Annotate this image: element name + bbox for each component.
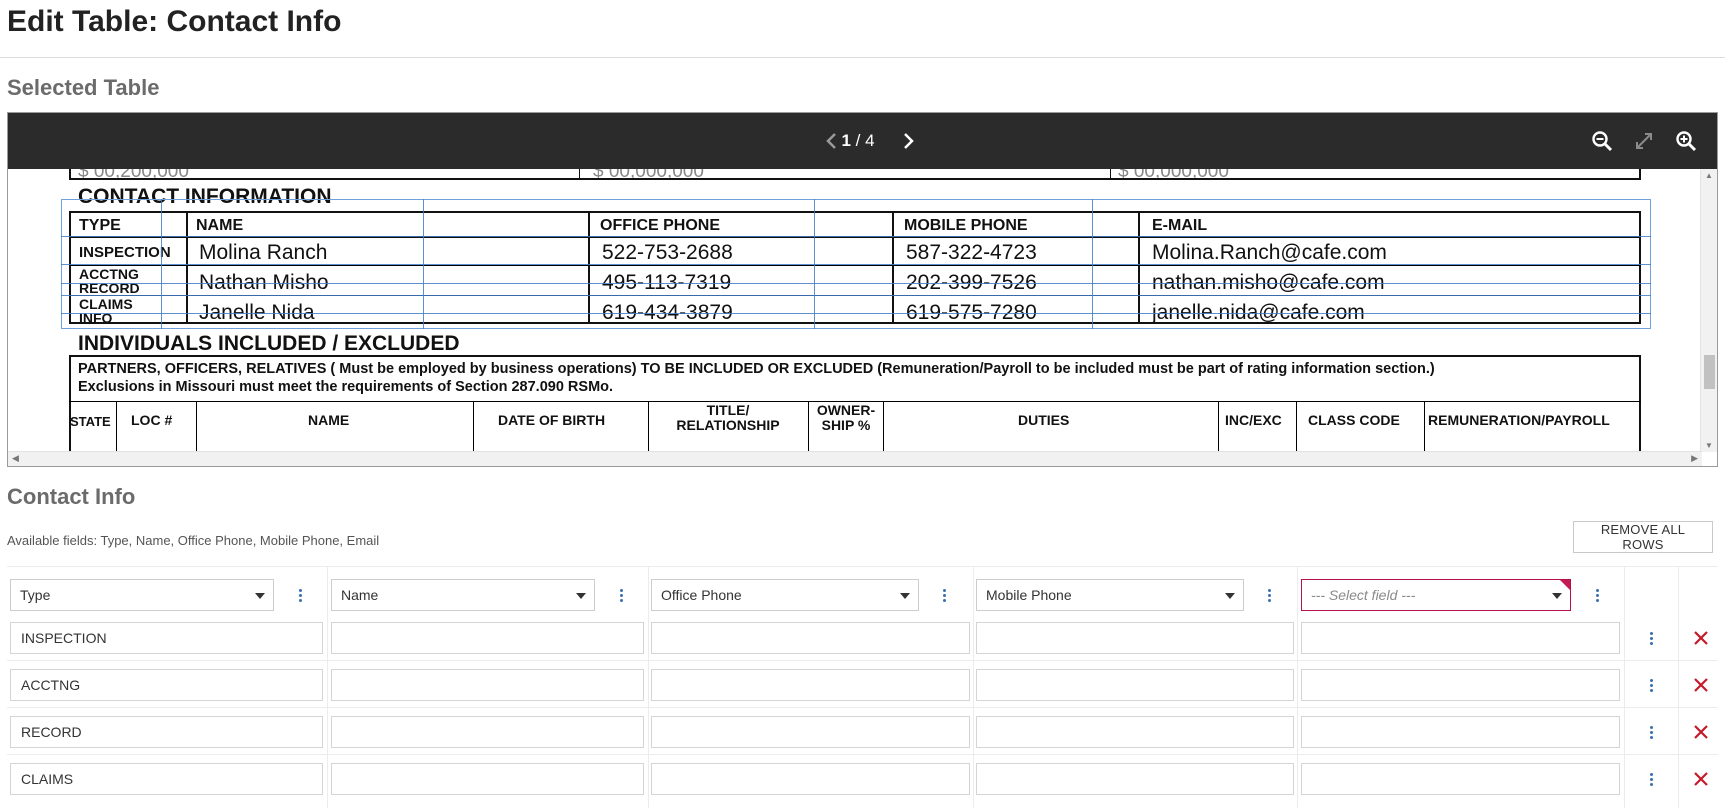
doc-ind-col-loc: LOC # (131, 412, 173, 428)
column-select-2-value: Name (341, 587, 379, 603)
title-divider (0, 57, 1725, 58)
viewer-horizontal-scrollbar[interactable]: ◀ ▶ (8, 451, 1702, 466)
row-menu-icon[interactable] (1643, 675, 1659, 695)
page-separator: / (850, 131, 866, 150)
doc-ind-col-state: STATE (70, 414, 111, 429)
cell-input[interactable] (651, 716, 970, 748)
doc-individuals-heading: INDIVIDUALS INCLUDED / EXCLUDED (78, 332, 460, 355)
selected-table-heading: Selected Table (7, 75, 160, 100)
available-fields-note: Available fields: Type, Name, Office Pho… (7, 533, 380, 548)
current-page: 1 (841, 131, 851, 150)
doc-top-fragment-1: $ 00,200,000 (78, 169, 189, 182)
cell-input[interactable] (1301, 622, 1620, 654)
expand-icon[interactable] (1630, 127, 1658, 155)
page-indicator: 1 / 4 (828, 128, 888, 154)
doc-ind-col-title: TITLE/ RELATIONSHIP (676, 402, 780, 433)
doc-ind-col-incexc: INC/EXC (1225, 412, 1282, 428)
doc-ind-col-ownership: OWNER- SHIP % (816, 402, 876, 433)
doc-individuals-note-1: PARTNERS, OFFICERS, RELATIVES ( Must be … (78, 361, 1435, 377)
doc-ind-col-dob: DATE OF BIRTH (498, 412, 606, 428)
contact-info-heading: Contact Info (7, 484, 136, 509)
zoom-out-icon[interactable] (1588, 127, 1616, 155)
viewer-vertical-scrollbar[interactable]: ▲ ▼ (1700, 169, 1717, 452)
column-1-menu-icon[interactable] (292, 585, 308, 605)
column-select-3-value: Office Phone (661, 587, 742, 603)
chevron-right-icon[interactable] (894, 127, 922, 155)
doc-ind-col-duties: DUTIES (1018, 412, 1070, 428)
doc-individuals-note-2: Exclusions in Missouri must meet the req… (78, 379, 614, 395)
cell-input[interactable] (331, 622, 644, 654)
doc-top-fragment-2: $ 00,000,000 (593, 169, 704, 182)
scroll-thumb[interactable] (1704, 355, 1715, 389)
column-select-1[interactable]: Type (10, 579, 274, 611)
chevron-down-icon (576, 593, 586, 599)
cell-input[interactable] (331, 669, 644, 701)
document-page: $ 00,200,000 $ 00,000,000 $ 00,000,000 C… (8, 169, 1702, 452)
cell-input[interactable] (651, 622, 970, 654)
cell-input[interactable] (651, 763, 970, 795)
row-menu-icon[interactable] (1643, 722, 1659, 742)
delete-row-icon[interactable] (1692, 629, 1710, 647)
cell-input[interactable] (331, 716, 644, 748)
doc-top-fragment-3: $ 00,000,000 (1118, 169, 1229, 182)
cell-input[interactable]: ACCTNG (10, 669, 323, 701)
mapping-grid: Type Name Office Phone Mobile Phone --- … (7, 566, 1718, 808)
column-2-menu-icon[interactable] (613, 585, 629, 605)
doc-ind-col-name: NAME (308, 412, 350, 428)
column-select-3[interactable]: Office Phone (651, 579, 919, 611)
page-title: Edit Table: Contact Info (7, 5, 342, 38)
cell-input[interactable] (976, 622, 1294, 654)
cell-input[interactable] (976, 716, 1294, 748)
chevron-down-icon (1225, 593, 1235, 599)
cell-input[interactable] (1301, 763, 1620, 795)
doc-ind-col-remuneration: REMUNERATION/PAYROLL (1428, 412, 1610, 428)
cell-input[interactable] (976, 763, 1294, 795)
cell-input[interactable] (651, 669, 970, 701)
required-marker-icon (1560, 580, 1570, 590)
cell-input[interactable] (1301, 669, 1620, 701)
column-select-1-value: Type (20, 587, 51, 603)
chevron-down-icon (1552, 593, 1562, 599)
cell-input[interactable]: RECORD (10, 716, 323, 748)
doc-ind-col-class: CLASS CODE (1308, 412, 1400, 428)
chevron-down-icon (900, 593, 910, 599)
column-4-menu-icon[interactable] (1261, 585, 1277, 605)
column-select-5-value: --- Select field --- (1311, 587, 1416, 603)
column-select-2[interactable]: Name (331, 579, 595, 611)
remove-all-rows-button[interactable]: REMOVE ALL ROWS (1573, 521, 1713, 553)
chevron-down-icon (255, 593, 265, 599)
row-menu-icon[interactable] (1643, 769, 1659, 789)
total-pages: 4 (865, 131, 875, 150)
document-viewer: 1 / 4 $ 00,200,000 $ 00,000,000 $ 00,000… (7, 112, 1718, 467)
delete-row-icon[interactable] (1692, 723, 1710, 741)
cell-input[interactable] (331, 763, 644, 795)
cell-input[interactable]: INSPECTION (10, 622, 323, 654)
column-3-menu-icon[interactable] (936, 585, 952, 605)
column-select-4[interactable]: Mobile Phone (976, 579, 1244, 611)
column-select-4-value: Mobile Phone (986, 587, 1072, 603)
cell-input[interactable] (1301, 716, 1620, 748)
cell-input[interactable]: CLAIMS (10, 763, 323, 795)
viewer-toolbar: 1 / 4 (8, 113, 1717, 169)
column-5-menu-icon[interactable] (1589, 585, 1605, 605)
delete-row-icon[interactable] (1692, 770, 1710, 788)
cell-input[interactable] (976, 669, 1294, 701)
row-menu-icon[interactable] (1643, 628, 1659, 648)
column-select-5[interactable]: --- Select field --- (1301, 579, 1571, 611)
delete-row-icon[interactable] (1692, 676, 1710, 694)
zoom-in-icon[interactable] (1672, 127, 1700, 155)
